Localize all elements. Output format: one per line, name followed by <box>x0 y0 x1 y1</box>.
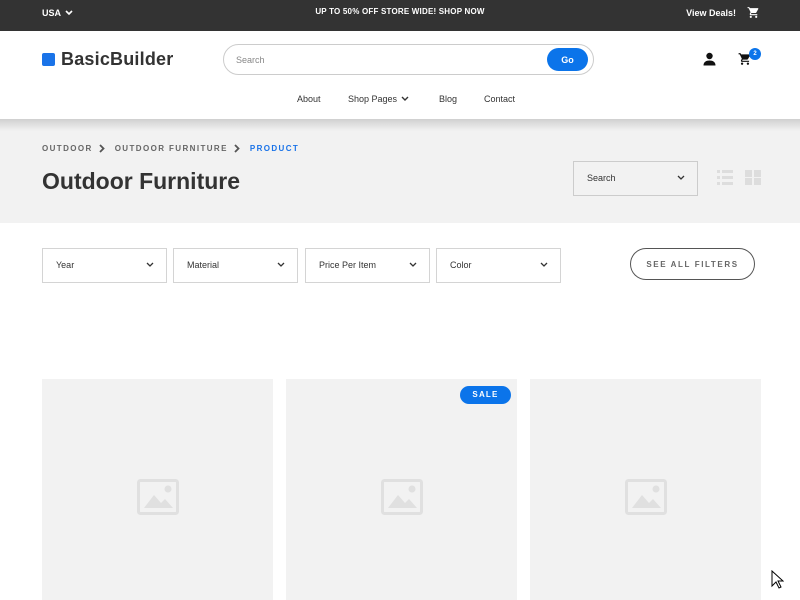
nav-item-shop-pages[interactable]: Shop Pages <box>348 94 409 104</box>
chevron-right-icon <box>99 144 105 153</box>
image-placeholder-icon <box>381 479 423 515</box>
chevron-down-icon <box>409 262 417 267</box>
grid-view-icon[interactable] <box>745 170 761 185</box>
nav-item-label: About <box>297 94 321 104</box>
page-hero: OUTDOOR OUTDOOR FURNITURE PRODUCT Outdoo… <box>0 119 800 223</box>
breadcrumb-item[interactable]: OUTDOOR FURNITURE <box>115 144 228 153</box>
mouse-cursor-icon <box>771 570 784 589</box>
product-card[interactable]: SALE <box>286 379 517 600</box>
filter-label: Material <box>187 260 220 270</box>
search-input[interactable] <box>236 52 536 68</box>
site-header: BasicBuilder Go About Shop Pages Blog Co… <box>0 31 800 119</box>
chevron-down-icon <box>277 262 285 267</box>
product-card[interactable] <box>530 379 761 600</box>
brand-name: BasicBuilder <box>61 49 174 69</box>
filter-material[interactable]: Material <box>173 248 298 283</box>
filter-price-per-item[interactable]: Price Per Item <box>305 248 430 283</box>
chevron-down-icon <box>146 262 154 267</box>
search-bar: Go <box>223 44 594 75</box>
breadcrumb-item[interactable]: OUTDOOR <box>42 144 93 153</box>
sale-badge: SALE <box>460 386 511 404</box>
nav-item-label: Contact <box>484 94 516 104</box>
brand-logo[interactable]: BasicBuilder <box>42 49 173 70</box>
user-account-icon[interactable] <box>703 52 716 66</box>
top-bar: USA UP TO 50% OFF STORE WIDE! SHOP NOW V… <box>0 0 800 31</box>
chevron-down-icon <box>401 96 409 101</box>
page-title: Outdoor Furniture <box>42 168 241 194</box>
nav-item-blog[interactable]: Blog <box>439 94 457 104</box>
filter-label: Price Per Item <box>319 260 377 270</box>
promo-banner[interactable]: UP TO 50% OFF STORE WIDE! SHOP NOW <box>0 7 800 16</box>
chevron-right-icon <box>234 144 240 153</box>
chevron-down-icon <box>677 175 685 180</box>
filter-color[interactable]: Color <box>436 248 561 283</box>
nav-item-contact[interactable]: Contact <box>484 94 515 104</box>
image-placeholder-icon <box>625 479 667 515</box>
nav-item-label: Blog <box>439 94 458 104</box>
see-all-filters-button[interactable]: SEE ALL FILTERS <box>630 248 755 280</box>
go-button[interactable]: Go <box>547 48 588 71</box>
filter-year[interactable]: Year <box>42 248 167 283</box>
breadcrumb-current: PRODUCT <box>249 144 300 153</box>
product-card[interactable] <box>42 379 273 600</box>
sort-select-value: Search <box>587 173 616 183</box>
image-placeholder-icon <box>137 479 179 515</box>
header-shadow <box>0 119 800 131</box>
chevron-down-icon <box>540 262 548 267</box>
filter-label: Year <box>56 260 75 270</box>
breadcrumb: OUTDOOR OUTDOOR FURNITURE PRODUCT <box>42 144 299 153</box>
sort-select[interactable]: Search <box>573 161 698 196</box>
nav-item-about[interactable]: About <box>297 94 321 104</box>
cart-count-badge: 2 <box>749 48 761 60</box>
logo-square-icon <box>42 53 55 66</box>
cart-icon[interactable] <box>747 6 760 19</box>
view-deals-link[interactable]: View Deals! <box>686 8 736 18</box>
filter-label: Color <box>450 260 472 270</box>
nav-item-label: Shop Pages <box>348 94 398 104</box>
list-view-icon[interactable] <box>717 170 733 185</box>
